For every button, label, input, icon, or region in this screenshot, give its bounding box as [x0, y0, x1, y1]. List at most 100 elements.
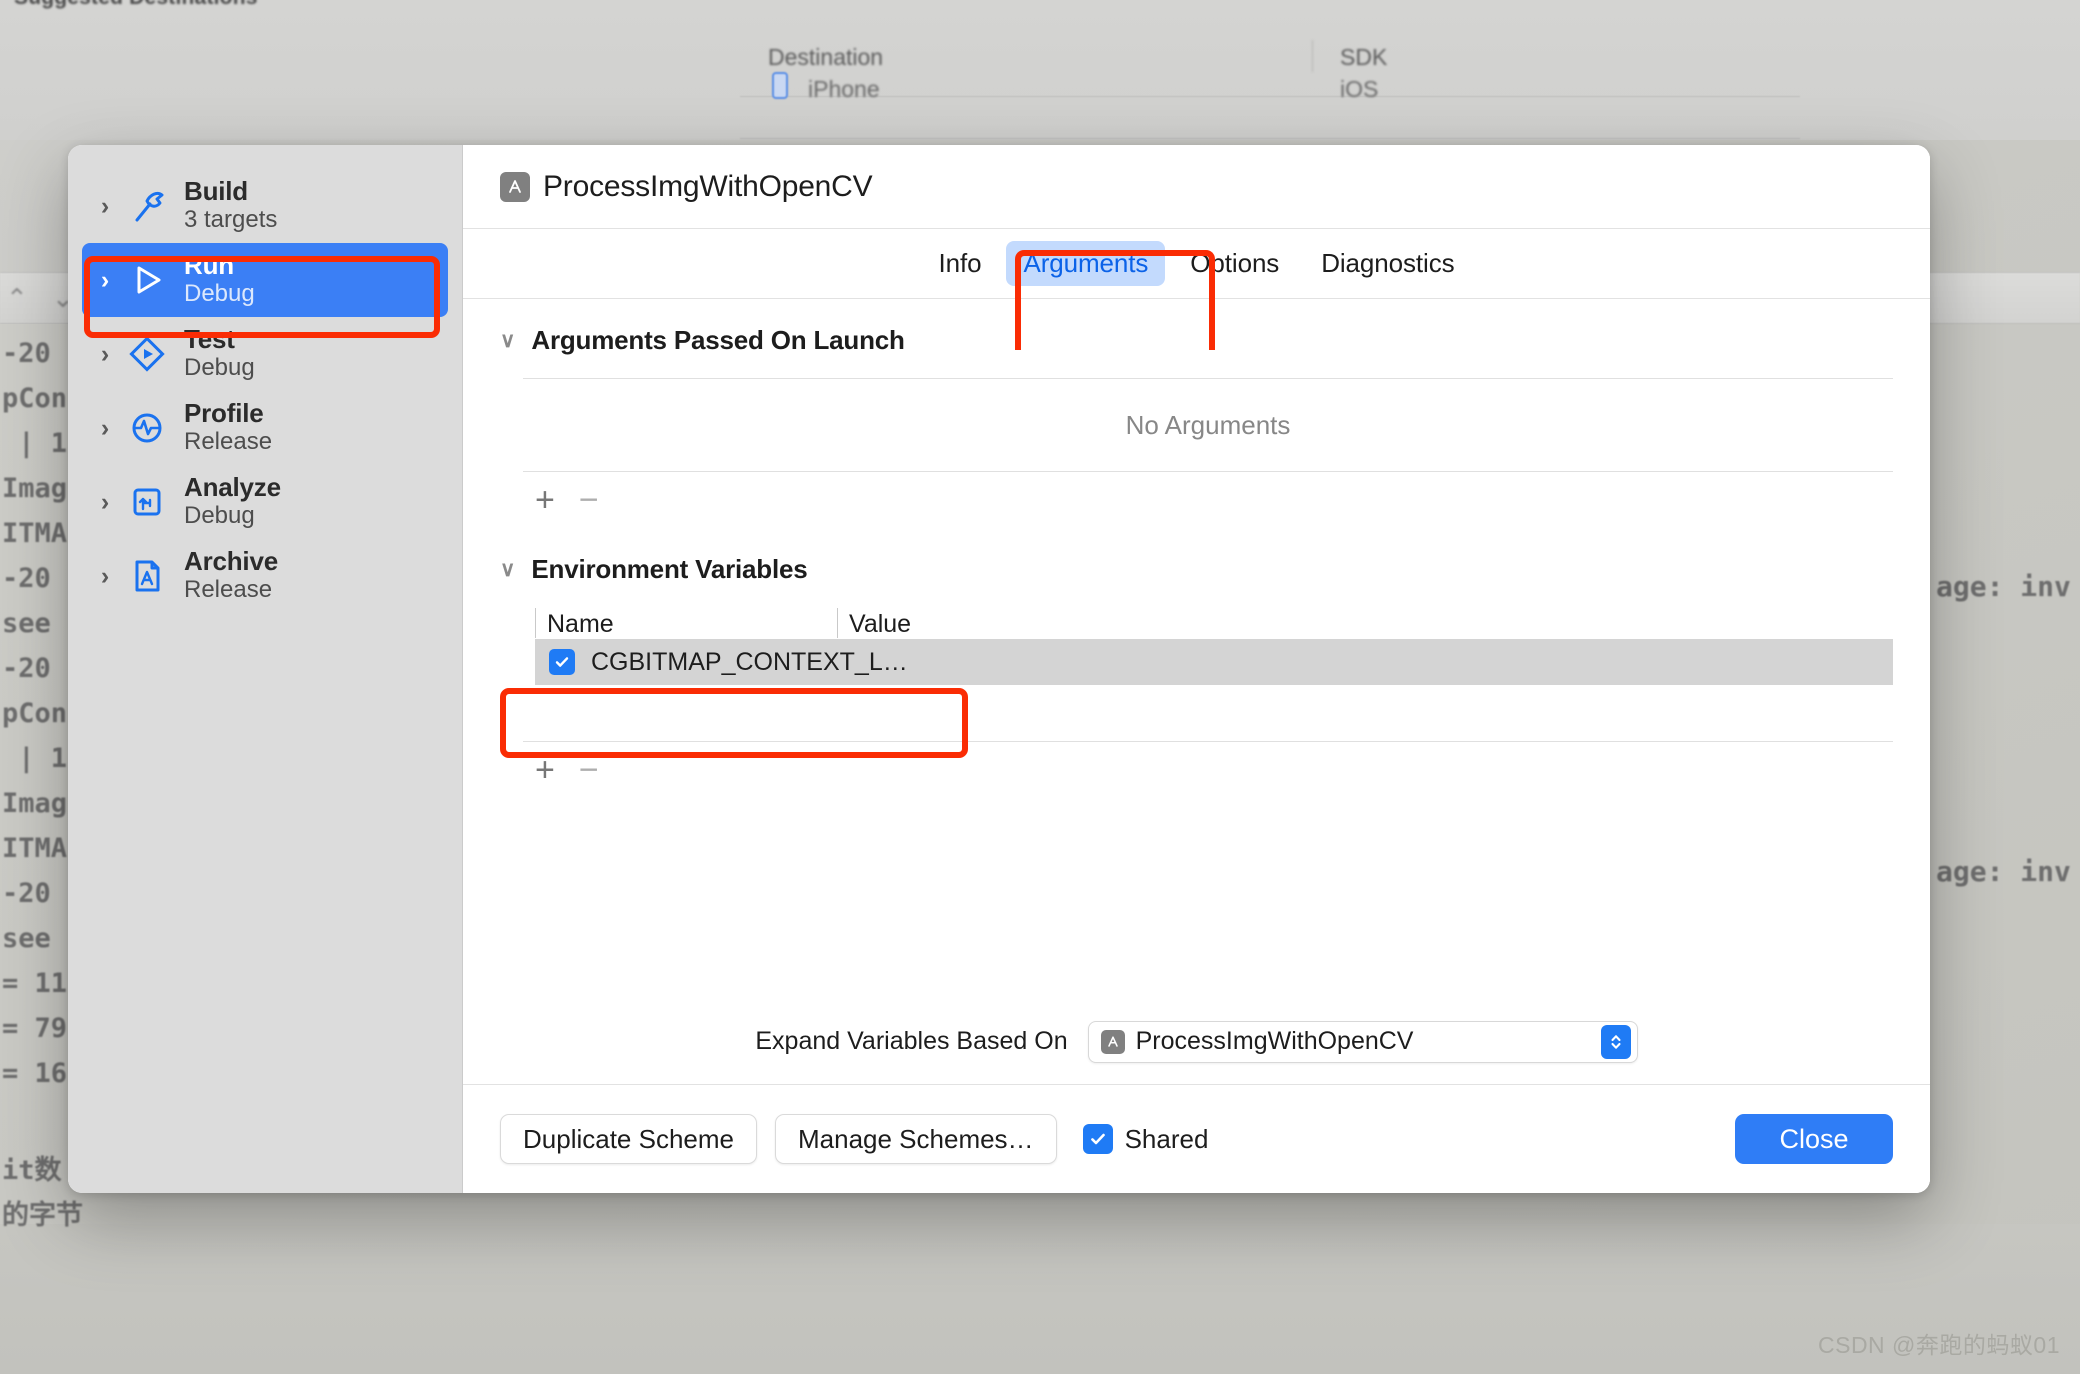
sidebar-item-text: Test Debug: [184, 325, 255, 382]
duplicate-scheme-button[interactable]: Duplicate Scheme: [500, 1114, 757, 1164]
iphone-icon: [772, 72, 788, 99]
console-line: = 16: [2, 1058, 68, 1089]
console-line: | 1: [2, 743, 68, 774]
add-argument-button[interactable]: +: [535, 483, 555, 517]
env-variable-name[interactable]: CGBITMAP_CONTEXT_L…: [591, 648, 908, 677]
shared-checkbox-group[interactable]: Shared: [1082, 1123, 1209, 1155]
table-divider-2: [740, 138, 1800, 139]
sidebar-item-profile[interactable]: › Profile Release: [82, 391, 448, 465]
tab-info[interactable]: Info: [922, 241, 999, 286]
sidebar-item-archive[interactable]: › Archive Release: [82, 539, 448, 613]
suggested-destinations-title: Suggested Destinations: [14, 0, 258, 10]
sidebar-item-detail: Release: [184, 428, 273, 456]
sidebar-item-text: Build 3 targets: [184, 177, 277, 234]
console-line: age: inv: [1936, 570, 2071, 603]
sidebar-item-build[interactable]: › Build 3 targets: [82, 169, 448, 243]
arguments-add-remove-bar: + −: [523, 472, 1893, 528]
sidebar-item-title: Build: [184, 176, 248, 207]
disclosure-triangle-icon[interactable]: ›: [92, 341, 118, 367]
hammer-icon: [124, 183, 170, 229]
page-title: ProcessImgWithOpenCV: [543, 169, 873, 203]
console-line: = 79: [2, 1013, 68, 1044]
suggested-destinations-panel: Suggested Destinations Destination SDK i…: [0, 0, 2080, 140]
expand-variables-row: Expand Variables Based On ProcessImgWith…: [463, 999, 1930, 1085]
console-line: Imag: [2, 788, 68, 819]
console-line: see: [2, 923, 51, 954]
env-column-value[interactable]: Value: [837, 608, 1137, 639]
env-enabled-checkbox[interactable]: [549, 649, 575, 675]
sidebar-item-title: Archive: [184, 546, 278, 577]
env-table-spacer: [523, 685, 1893, 741]
sidebar-item-text: Analyze Debug: [184, 473, 281, 530]
sidebar-item-title: Profile: [184, 398, 264, 429]
disclosure-triangle-icon[interactable]: ›: [92, 267, 118, 293]
profile-gauge-icon: [124, 405, 170, 451]
env-variables-table: Name Value CGBITMAP_CONTEXT_L… + −: [523, 599, 1893, 798]
test-diamond-icon: [124, 331, 170, 377]
arguments-section-header[interactable]: ∨ Arguments Passed On Launch: [463, 325, 1930, 356]
console-line: | 1: [2, 428, 68, 459]
tab-arguments[interactable]: Arguments: [1006, 241, 1166, 286]
sdk-cell: iOS: [1340, 76, 1379, 102]
console-line: ITMA: [2, 833, 68, 864]
shared-label: Shared: [1124, 1123, 1209, 1154]
console-line: -20: [2, 338, 51, 369]
console-line: ITMA: [2, 518, 68, 549]
close-button[interactable]: Close: [1735, 1114, 1893, 1164]
chevron-updown-icon[interactable]: [1600, 1024, 1631, 1059]
destination-column-header: Destination: [768, 44, 884, 70]
scheme-actions-sidebar: › Build 3 targets › Run Debug › Test Deb…: [68, 145, 463, 1193]
console-line: -20: [2, 878, 51, 909]
xcode-app-icon: [500, 171, 530, 202]
console-line: -20: [2, 563, 51, 594]
sidebar-item-text: Archive Release: [184, 547, 278, 604]
sheet-footer: Duplicate Scheme Manage Schemes… Shared …: [463, 1085, 1930, 1193]
add-env-variable-button[interactable]: +: [535, 753, 555, 787]
sidebar-item-detail: Release: [184, 576, 273, 604]
sidebar-item-detail: Debug: [184, 502, 255, 530]
table-row[interactable]: CGBITMAP_CONTEXT_L…: [535, 639, 1893, 685]
expand-variables-label: Expand Variables Based On: [755, 1027, 1068, 1055]
sidebar-item-run[interactable]: › Run Debug: [82, 243, 448, 317]
remove-env-variable-button[interactable]: −: [579, 753, 599, 787]
disclosure-triangle-icon[interactable]: ›: [92, 415, 118, 441]
disclosure-triangle-icon[interactable]: ›: [92, 193, 118, 219]
console-line: pCon: [2, 383, 68, 414]
console-line: it数: [2, 1155, 62, 1186]
expand-variables-select[interactable]: ProcessImgWithOpenCV: [1087, 1020, 1638, 1063]
chevron-down-icon[interactable]: ∨: [500, 559, 515, 580]
console-line: see: [2, 608, 51, 639]
sheet-header: ProcessImgWithOpenCV: [463, 145, 1930, 229]
env-section-header[interactable]: ∨ Environment Variables: [463, 554, 1930, 585]
tab-options[interactable]: Options: [1173, 241, 1296, 286]
console-bottom-strip: [0, 1224, 2080, 1374]
env-column-name[interactable]: Name: [535, 608, 837, 639]
arguments-empty-state: No Arguments: [1125, 409, 1291, 440]
sidebar-item-title: Analyze: [184, 472, 281, 503]
disclosure-triangle-icon[interactable]: ›: [92, 489, 118, 515]
remove-argument-button[interactable]: −: [579, 483, 599, 517]
sidebar-item-analyze[interactable]: › Analyze Debug: [82, 465, 448, 539]
sidebar-item-detail: Debug: [184, 280, 255, 308]
xcode-app-icon: [1100, 1029, 1125, 1054]
shared-checkbox[interactable]: [1082, 1124, 1113, 1154]
arguments-pane: ∨ Arguments Passed On Launch No Argument…: [463, 299, 1930, 1085]
sidebar-item-detail: 3 targets: [184, 206, 278, 234]
console-line: age: inv: [1936, 855, 2071, 888]
manage-schemes-button[interactable]: Manage Schemes…: [775, 1114, 1057, 1164]
sidebar-item-title: Test: [184, 324, 235, 355]
console-line: Imag: [2, 473, 68, 504]
tab-bar: Info Arguments Options Diagnostics: [463, 229, 1930, 299]
chevron-down-icon[interactable]: ∨: [500, 330, 515, 351]
console-line: = 11: [2, 968, 68, 999]
archive-icon: [124, 553, 170, 599]
scheme-editor-sheet: › Build 3 targets › Run Debug › Test Deb…: [68, 145, 1930, 1193]
destination-cell: iPhone: [808, 76, 880, 102]
disclosure-triangle-icon[interactable]: ›: [92, 563, 118, 589]
tab-diagnostics[interactable]: Diagnostics: [1304, 241, 1471, 286]
sidebar-item-text: Profile Release: [184, 399, 272, 456]
sidebar-item-title: Run: [184, 250, 234, 281]
sidebar-item-test[interactable]: › Test Debug: [82, 317, 448, 391]
console-left-gutter: [0, 324, 70, 1224]
env-table-header-row: Name Value: [523, 599, 1893, 639]
